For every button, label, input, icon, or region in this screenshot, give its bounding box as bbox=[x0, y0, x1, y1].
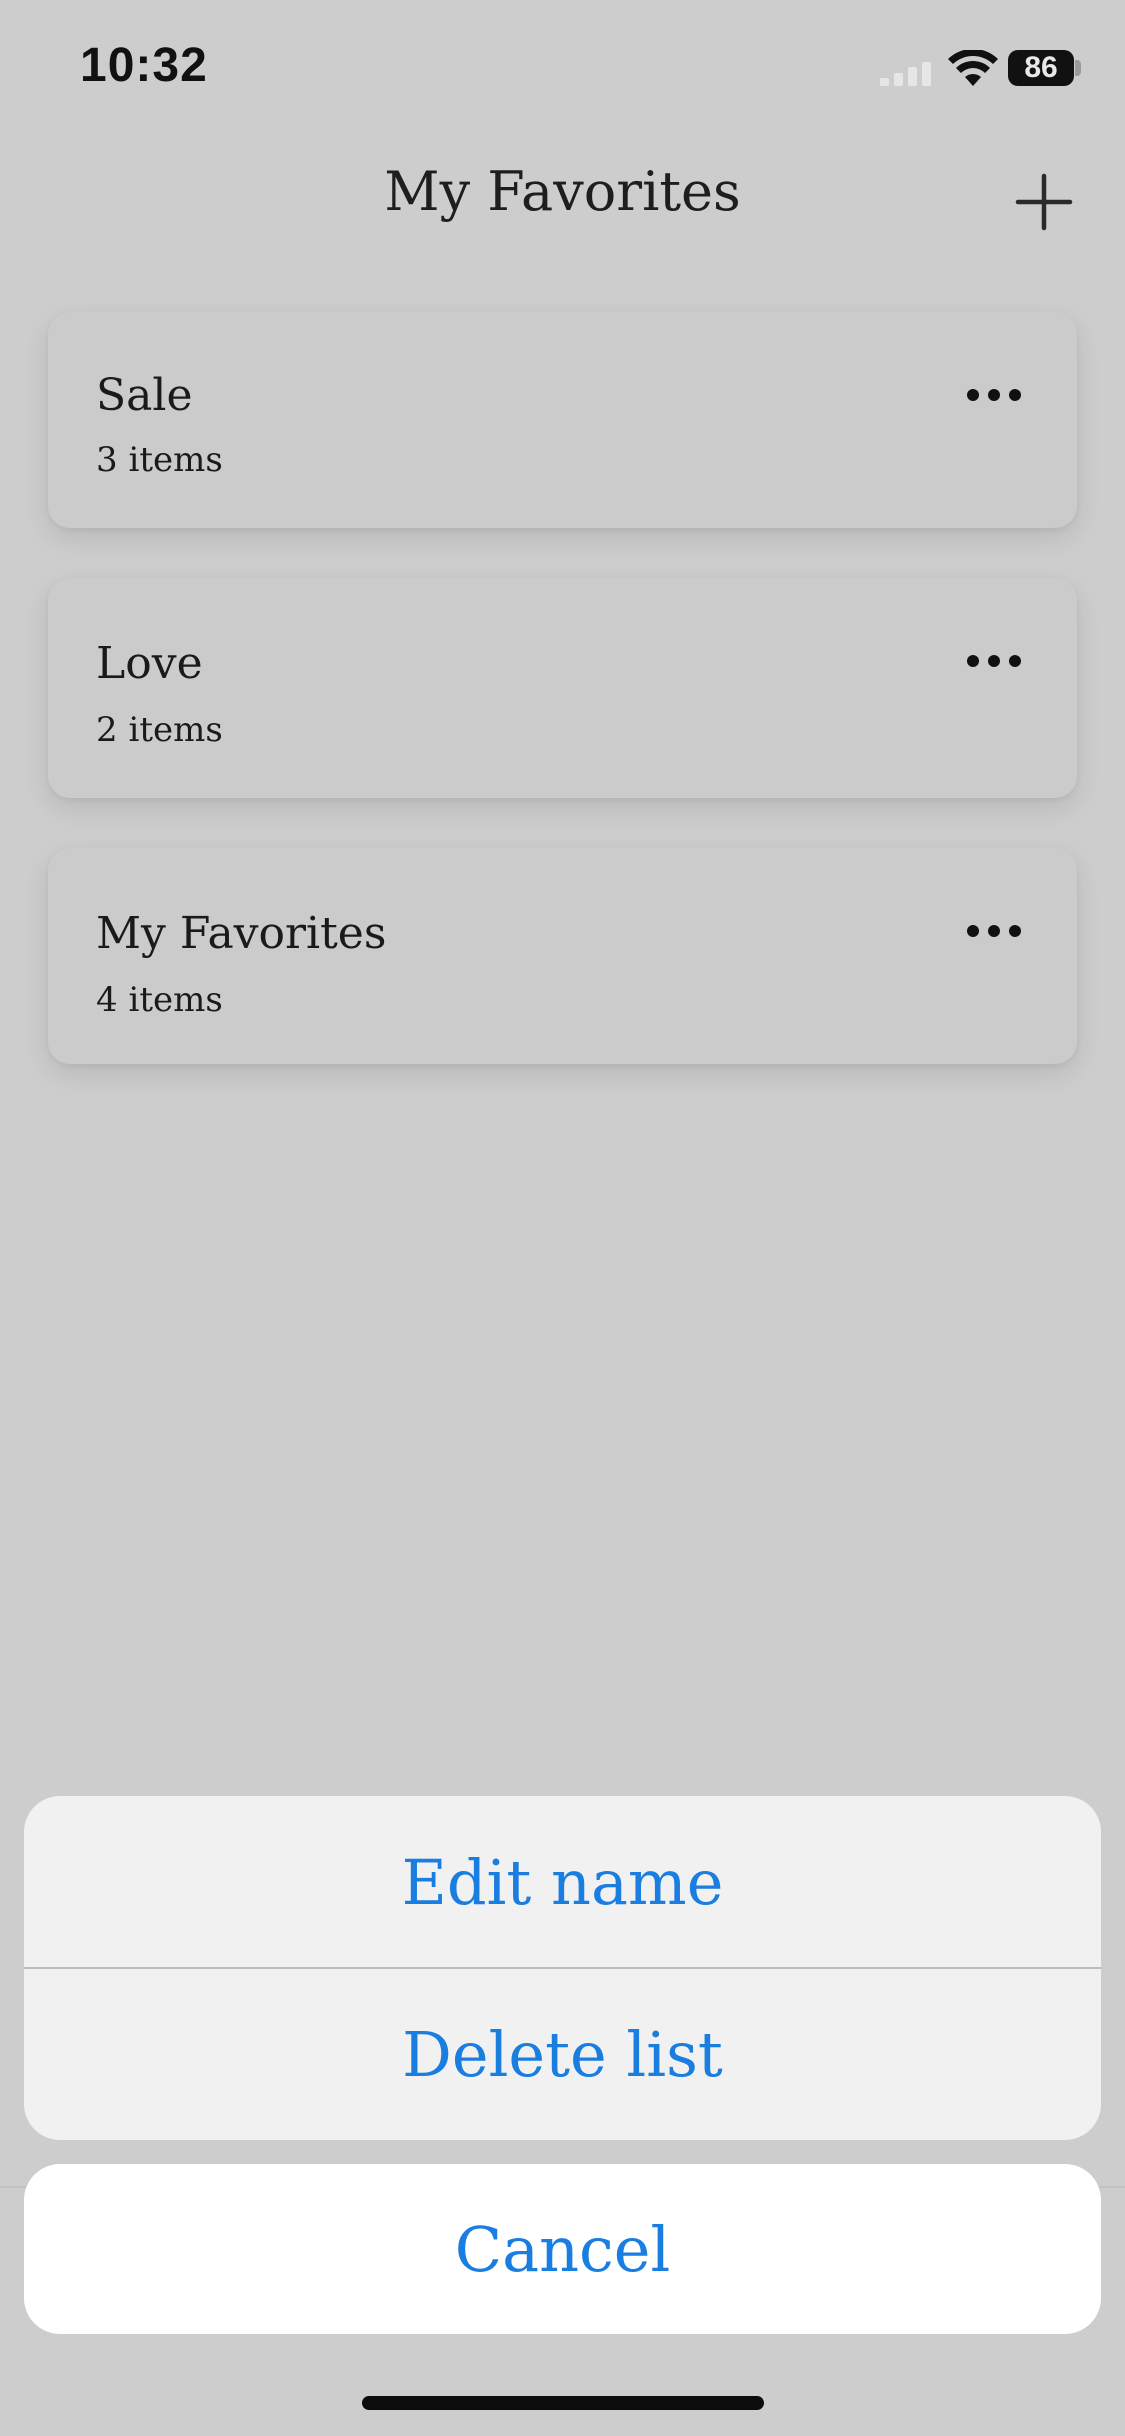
list-name: Love bbox=[96, 638, 203, 689]
ellipsis-icon[interactable] bbox=[964, 648, 1024, 674]
action-sheet: Edit name Delete list bbox=[24, 1796, 1101, 2140]
page-title: My Favorites bbox=[384, 160, 741, 223]
list-item-count: 4 items bbox=[96, 980, 223, 1020]
ellipsis-icon[interactable] bbox=[964, 918, 1024, 944]
list-card-love[interactable]: Love 2 items bbox=[48, 578, 1077, 798]
list-item-count: 3 items bbox=[96, 440, 223, 480]
list-card-my-favorites[interactable]: My Favorites 4 items bbox=[48, 848, 1077, 1064]
battery-icon: 86 bbox=[1008, 50, 1074, 86]
delete-list-button[interactable]: Delete list bbox=[24, 1968, 1101, 2140]
battery-cap bbox=[1075, 60, 1081, 76]
home-indicator[interactable] bbox=[362, 2396, 764, 2410]
cancel-button[interactable]: Cancel bbox=[24, 2164, 1101, 2334]
wifi-icon bbox=[948, 50, 998, 86]
list-name: My Favorites bbox=[96, 908, 387, 959]
status-time: 10:32 bbox=[80, 39, 208, 92]
status-bar: 10:32 86 bbox=[0, 0, 1125, 140]
cellular-signal-icon bbox=[880, 62, 931, 86]
list-name: Sale bbox=[96, 370, 193, 421]
edit-name-button[interactable]: Edit name bbox=[24, 1796, 1101, 1968]
plus-icon[interactable] bbox=[1012, 170, 1076, 234]
list-item-count: 2 items bbox=[96, 710, 223, 750]
ellipsis-icon[interactable] bbox=[964, 382, 1024, 408]
list-card-sale[interactable]: Sale 3 items bbox=[48, 312, 1077, 528]
